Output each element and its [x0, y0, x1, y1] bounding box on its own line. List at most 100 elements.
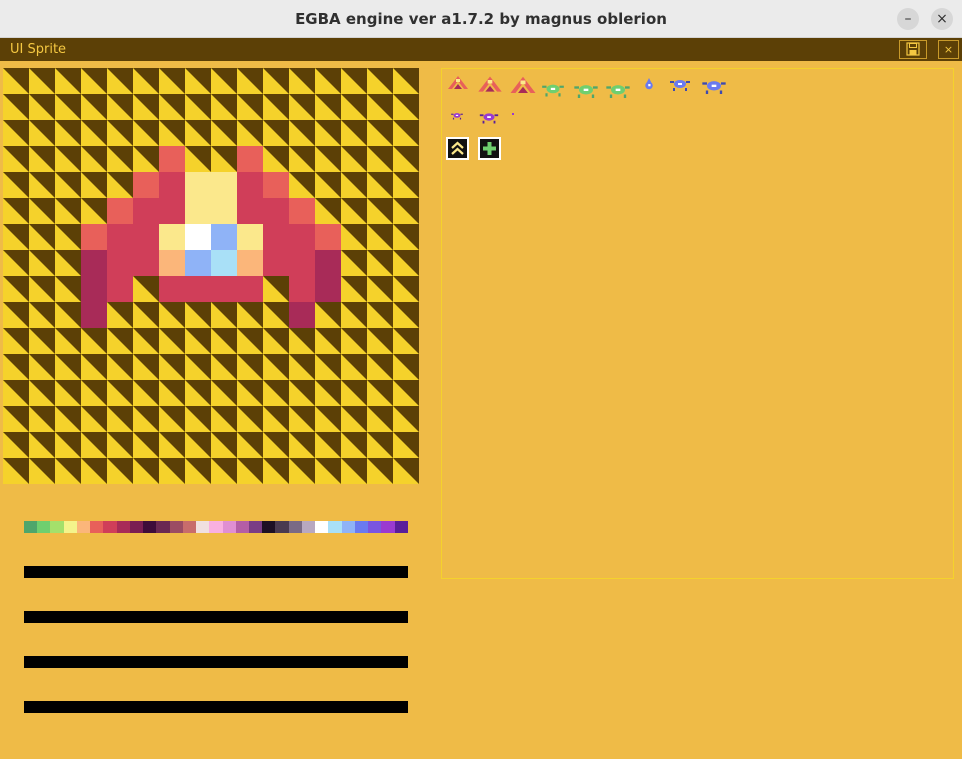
sprite-pixel[interactable] [211, 198, 238, 225]
palette-swatch[interactable] [354, 521, 369, 533]
sprite-pixel[interactable] [159, 224, 186, 251]
palette-swatch[interactable] [103, 521, 117, 533]
palette-swatch[interactable] [248, 521, 263, 533]
sprite-pixel[interactable] [263, 224, 290, 251]
sprite-pixel[interactable] [237, 146, 264, 173]
palette-swatch[interactable] [182, 521, 197, 533]
sprite-pixel[interactable] [159, 198, 186, 225]
sprite-pixel[interactable] [289, 250, 316, 277]
sprite-pixel[interactable] [185, 224, 212, 251]
palette-swatch[interactable] [381, 521, 395, 533]
palette-swatch[interactable] [90, 521, 104, 533]
sprite-thumbnail[interactable] [478, 107, 500, 129]
sprite-pixel[interactable] [289, 224, 316, 251]
sprite-thumbnail[interactable] [510, 111, 516, 117]
sprite-pixel[interactable] [81, 250, 108, 277]
sprite-thumbnail[interactable] [508, 73, 538, 103]
sprite-pixel[interactable] [133, 224, 160, 251]
palette-swatch[interactable] [209, 521, 223, 533]
sprite-thumbnail[interactable] [604, 77, 632, 105]
slider-bar-2[interactable] [24, 611, 408, 623]
sprite-thumbnail[interactable] [668, 73, 692, 97]
sprite-pixel[interactable] [133, 250, 160, 277]
sprite-thumbnail[interactable] [572, 77, 600, 105]
sprite-pixel[interactable] [211, 224, 238, 251]
sprite-pixel[interactable] [81, 302, 108, 329]
sprite-thumbnail[interactable] [540, 77, 566, 103]
slider-bar-1[interactable] [24, 566, 408, 578]
sprite-pixel[interactable] [315, 250, 342, 277]
palette-swatch[interactable] [275, 521, 289, 533]
plus-sprite-button[interactable] [478, 137, 501, 160]
palette-swatch[interactable] [328, 521, 342, 533]
sprite-pixel[interactable] [133, 172, 160, 199]
sprite-pixel[interactable] [237, 276, 264, 303]
palette-swatch[interactable] [37, 521, 51, 533]
pixel-grid[interactable] [3, 68, 420, 485]
sprite-pixel[interactable] [237, 172, 264, 199]
sprite-pixel[interactable] [237, 224, 264, 251]
palette-swatch[interactable] [156, 521, 170, 533]
sprite-pixel[interactable] [81, 224, 108, 251]
sprite-pixel[interactable] [315, 224, 342, 251]
palette-swatch[interactable] [24, 521, 38, 533]
sprite-pixel[interactable] [211, 276, 238, 303]
palette-swatch[interactable] [129, 521, 144, 533]
sprite-thumbnail[interactable] [450, 109, 464, 123]
panel-close-button[interactable]: × [938, 40, 959, 59]
sprite-pixel[interactable] [185, 250, 212, 277]
chevron-up-sprite-button[interactable] [446, 137, 469, 160]
sprite-pixel[interactable] [237, 250, 264, 277]
sprite-pixel[interactable] [159, 250, 186, 277]
palette-swatch[interactable] [76, 521, 91, 533]
sprite-pixel[interactable] [185, 172, 212, 199]
sprite-pixel[interactable] [263, 172, 290, 199]
palette-swatch[interactable] [341, 521, 355, 533]
sprite-pixel[interactable] [107, 276, 134, 303]
palette-swatch[interactable] [169, 521, 183, 533]
sprite-pixel[interactable] [211, 250, 238, 277]
sprite-thumbnail[interactable] [476, 73, 504, 101]
palette-swatch[interactable] [116, 521, 130, 533]
palette-swatch[interactable] [196, 521, 210, 533]
sprite-pixel[interactable] [81, 276, 108, 303]
sprite-pixel[interactable] [133, 198, 160, 225]
pixel-editor-canvas[interactable] [3, 68, 420, 485]
sprite-pixel[interactable] [263, 198, 290, 225]
sprite-thumbnail[interactable] [700, 73, 728, 101]
palette-swatch[interactable] [368, 521, 382, 533]
sprite-pixel[interactable] [107, 224, 134, 251]
palette-swatch[interactable] [301, 521, 316, 533]
slider-bar-3[interactable] [24, 656, 408, 668]
slider-bar-4[interactable] [24, 701, 408, 713]
sprite-pixel[interactable] [315, 276, 342, 303]
palette-swatch[interactable] [235, 521, 249, 533]
palette-swatch[interactable] [315, 521, 329, 533]
close-window-button[interactable]: × [931, 8, 953, 30]
sprite-pixel[interactable] [159, 276, 186, 303]
sprite-pixel[interactable] [289, 198, 316, 225]
palette-swatch[interactable] [143, 521, 157, 533]
palette-swatch[interactable] [63, 521, 77, 533]
palette-swatch[interactable] [262, 521, 276, 533]
sprite-pixel[interactable] [107, 198, 134, 225]
sprite-pixel[interactable] [211, 172, 238, 199]
palette-swatch[interactable] [394, 521, 408, 533]
sprite-pixel[interactable] [237, 198, 264, 225]
save-button[interactable] [899, 40, 927, 59]
sprite-pixel[interactable] [289, 302, 316, 329]
minimize-button[interactable]: – [897, 8, 919, 30]
sprite-pixel[interactable] [185, 198, 212, 225]
sprite-thumbnail[interactable] [446, 73, 470, 97]
sprite-pixel[interactable] [185, 276, 212, 303]
palette-swatch[interactable] [50, 521, 64, 533]
sprite-pixel[interactable] [289, 276, 316, 303]
sprite-pixel[interactable] [159, 172, 186, 199]
sprite-thumbnail[interactable] [640, 75, 658, 93]
sprite-pixel[interactable] [263, 250, 290, 277]
color-palette[interactable] [24, 521, 408, 533]
palette-swatch[interactable] [222, 521, 236, 533]
palette-swatch[interactable] [288, 521, 302, 533]
sprite-pixel[interactable] [159, 146, 186, 173]
sprite-pixel[interactable] [107, 250, 134, 277]
